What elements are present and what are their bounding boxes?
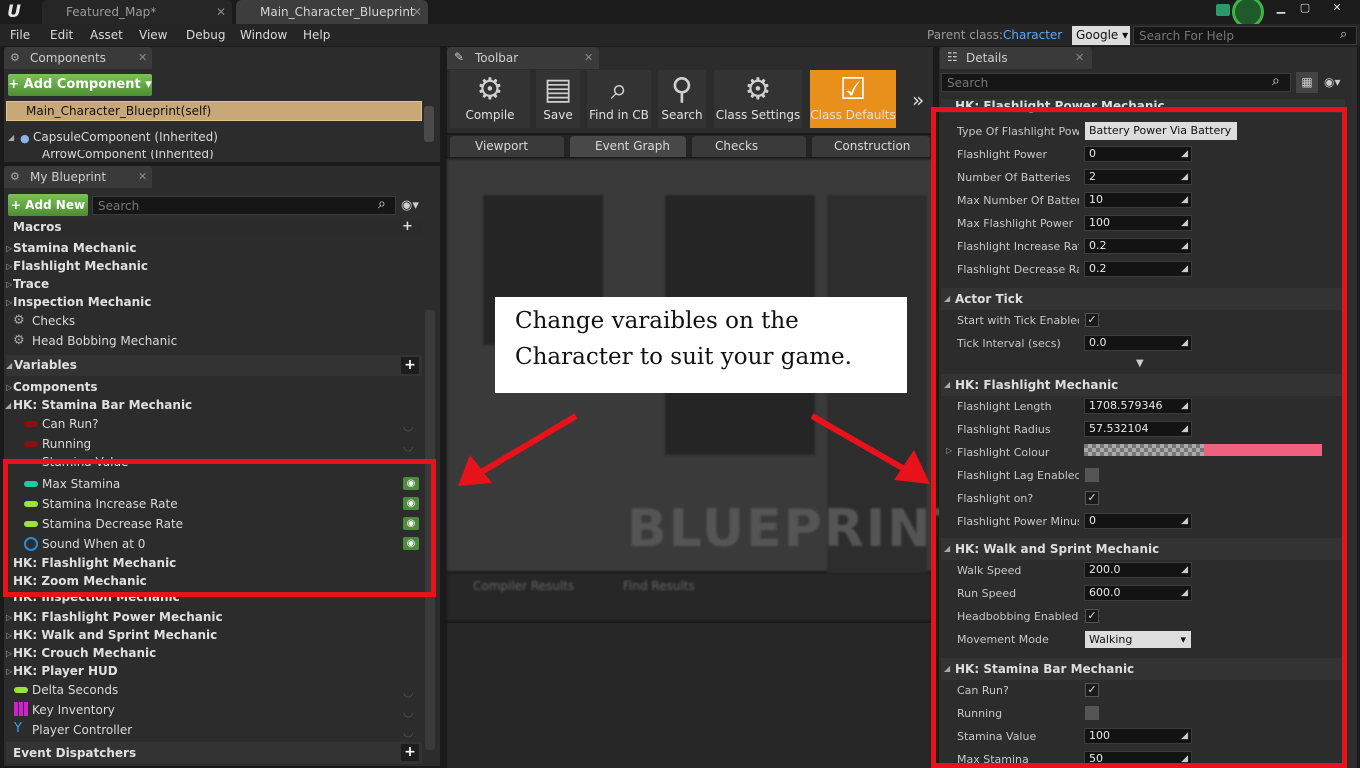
arrow-left-line [476,413,578,477]
arrow-right-line [810,413,908,473]
annotation-arrows [458,413,930,486]
